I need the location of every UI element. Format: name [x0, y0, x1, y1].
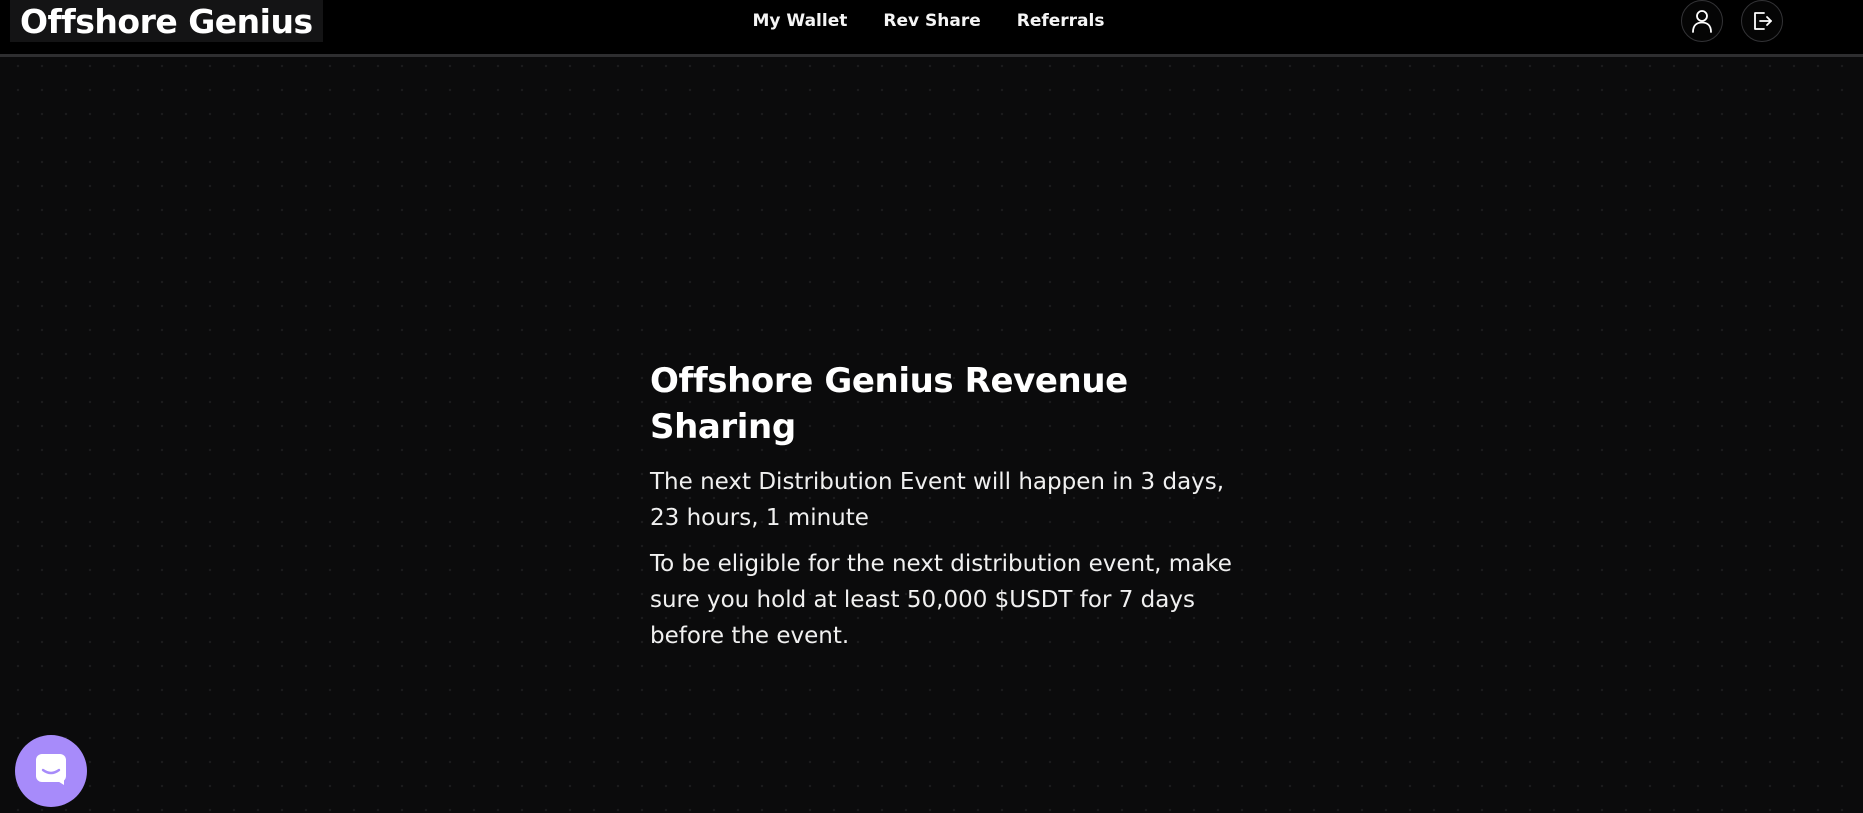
- nav-referrals[interactable]: Referrals: [1017, 11, 1105, 31]
- user-icon: [1691, 9, 1713, 33]
- chat-icon: [34, 752, 68, 790]
- eligibility-text: To be eligible for the next distribution…: [650, 551, 1232, 649]
- nav-my-wallet[interactable]: My Wallet: [753, 11, 848, 31]
- page: Offshore Genius My Wallet Rev Share Refe…: [0, 0, 1863, 813]
- logout-button[interactable]: [1741, 0, 1783, 42]
- top-navigation-bar: Offshore Genius My Wallet Rev Share Refe…: [0, 0, 1863, 57]
- nav-rev-share[interactable]: Rev Share: [883, 11, 980, 31]
- logout-icon: [1751, 10, 1773, 32]
- revenue-sharing-section: Offshore Genius Revenue Sharing The next…: [650, 358, 1240, 664]
- profile-button[interactable]: [1681, 0, 1723, 42]
- chat-launcher-button[interactable]: [15, 735, 87, 807]
- nav-links: My Wallet Rev Share Referrals: [753, 11, 1105, 31]
- page-title: Offshore Genius Revenue Sharing: [650, 361, 1128, 447]
- brand-logo[interactable]: Offshore Genius: [10, 0, 323, 42]
- countdown-text: The next Distribution Event will happen …: [650, 469, 1225, 531]
